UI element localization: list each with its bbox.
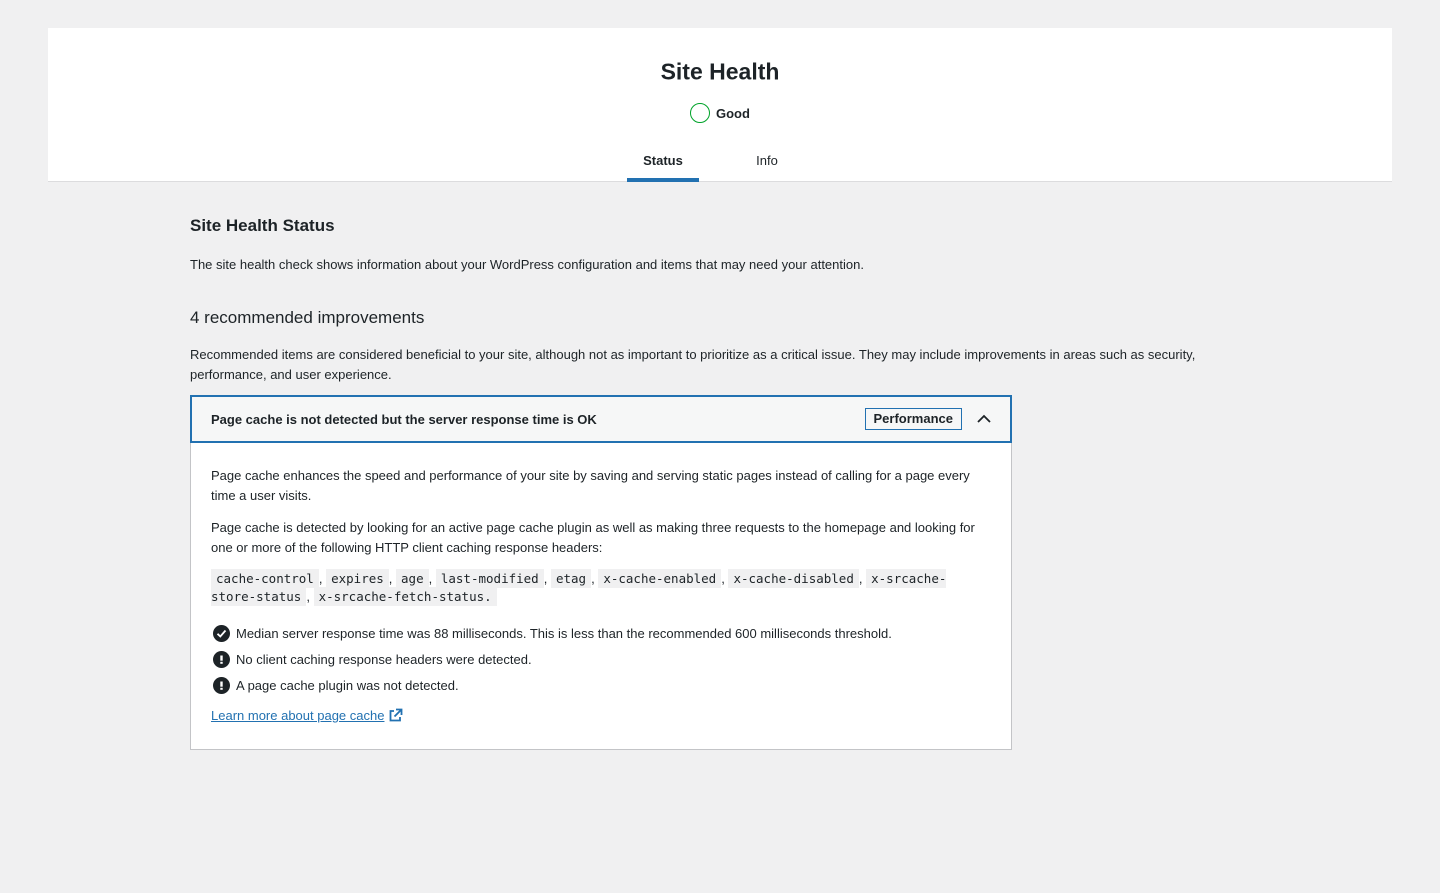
tab-info[interactable]: Info	[721, 139, 813, 182]
result-text: No client caching response headers were …	[236, 651, 532, 667]
improvements-heading: 4 recommended improvements	[190, 308, 425, 327]
separator: ,	[306, 589, 310, 604]
separator: ,	[858, 571, 863, 586]
accordion-trigger[interactable]: Page cache is not detected but the serve…	[190, 395, 1012, 443]
status-content: Site Health Status The site health check…	[190, 212, 1250, 385]
health-progress: Good	[690, 103, 750, 123]
section-description: The site health check shows information …	[190, 257, 864, 272]
header-code-list: cache-control, expires, age, last-modifi…	[211, 569, 991, 606]
description-paragraph: Page cache is detected by looking for an…	[211, 520, 975, 555]
result-item: A page cache plugin was not detected.	[211, 672, 991, 698]
warning-icon	[213, 650, 230, 668]
page-title: Site Health	[660, 58, 780, 85]
external-link-icon	[390, 708, 403, 722]
improvements-description: Recommended items are considered benefic…	[190, 347, 1196, 382]
header-code: age	[396, 569, 429, 588]
health-status-label: Good	[716, 105, 750, 121]
learn-more-row: Learn more about page cache	[211, 708, 991, 723]
health-check-accordion: Page cache is not detected but the serve…	[190, 395, 1012, 750]
learn-more-link[interactable]: Learn more about page cache	[211, 708, 384, 723]
header-code: cache-control	[211, 569, 319, 588]
header-code: expires	[326, 569, 389, 588]
accordion-panel: Page cache enhances the speed and perfor…	[191, 442, 1011, 749]
header-code: last-modified	[435, 569, 544, 588]
separator: ,	[318, 571, 323, 586]
separator: ,	[591, 571, 595, 586]
progress-circle-icon	[690, 103, 710, 123]
separator: ,	[428, 571, 433, 586]
site-health-header: Site Health Good Status Info	[48, 28, 1392, 182]
separator: ,	[388, 571, 393, 586]
separator: ,	[543, 571, 548, 586]
result-text: Median server response time was 88 milli…	[236, 625, 892, 641]
result-text: A page cache plugin was not detected.	[236, 677, 459, 693]
header-code: etag	[550, 569, 592, 588]
checkmark-icon	[213, 624, 230, 642]
header-code: x-cache-disabled	[728, 569, 859, 588]
result-item: No client caching response headers were …	[211, 646, 991, 672]
tab-status[interactable]: Status	[627, 139, 699, 182]
chevron-up-icon[interactable]	[976, 411, 992, 427]
warning-icon	[213, 676, 230, 694]
header-code: x-srcache-fetch-status.	[313, 587, 497, 606]
result-list: Median server response time was 88 milli…	[211, 620, 991, 698]
tab-bar: Status Info	[48, 139, 1392, 182]
result-item: Median server response time was 88 milli…	[211, 620, 991, 646]
separator: ,	[721, 571, 725, 586]
accordion-title: Page cache is not detected but the serve…	[211, 411, 597, 427]
description-paragraph: Page cache enhances the speed and perfor…	[211, 468, 970, 503]
category-badge: Performance	[864, 408, 962, 430]
header-code: x-cache-enabled	[598, 569, 722, 588]
section-title: Site Health Status	[190, 216, 335, 235]
